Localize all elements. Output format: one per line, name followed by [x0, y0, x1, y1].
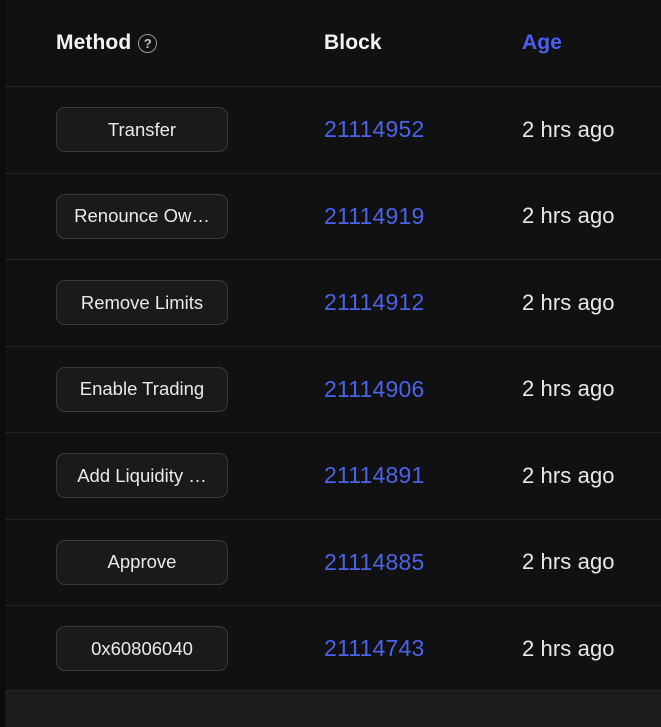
row-method-cell: 0x60806040: [0, 626, 310, 672]
row-age-cell: 2 hrs ago: [505, 463, 661, 489]
age-value: 2 hrs ago: [522, 635, 615, 661]
method-badge[interactable]: Transfer: [56, 107, 228, 153]
row-block-cell: 21114952: [310, 116, 505, 143]
column-header-block-cell: Block: [310, 31, 505, 55]
block-link[interactable]: 21114885: [324, 549, 425, 575]
table-row: Add Liquidity … 21114891 2 hrs ago: [0, 433, 661, 520]
block-link[interactable]: 21114891: [324, 462, 425, 488]
age-value: 2 hrs ago: [522, 462, 615, 488]
row-method-cell: Approve: [0, 539, 310, 585]
left-edge-gutter: [0, 0, 5, 727]
row-block-cell: 21114891: [310, 462, 505, 489]
row-age-cell: 2 hrs ago: [505, 549, 661, 575]
block-link[interactable]: 21114952: [324, 116, 425, 142]
age-value: 2 hrs ago: [522, 549, 615, 575]
block-link[interactable]: 21114906: [324, 376, 425, 402]
table-header-row: Method ? Block Age: [0, 0, 661, 87]
transactions-table-viewport: Method ? Block Age Transfer 21114952 2 h…: [0, 0, 661, 727]
column-header-block[interactable]: Block: [324, 31, 505, 55]
row-method-cell: Enable Trading: [0, 366, 310, 412]
row-age-cell: 2 hrs ago: [505, 376, 661, 402]
row-block-cell: 21114919: [310, 203, 505, 230]
row-age-cell: 2 hrs ago: [505, 117, 661, 143]
question-circle-icon[interactable]: ?: [138, 33, 158, 53]
row-block-cell: 21114912: [310, 289, 505, 316]
age-value: 2 hrs ago: [522, 203, 615, 229]
table-row: Renounce Ow… 21114919 2 hrs ago: [0, 173, 661, 260]
method-badge[interactable]: Add Liquidity …: [56, 453, 228, 499]
table-row: Remove Limits 21114912 2 hrs ago: [0, 260, 661, 347]
age-value: 2 hrs ago: [522, 116, 615, 142]
row-method-cell: Add Liquidity …: [0, 453, 310, 499]
age-value: 2 hrs ago: [522, 289, 615, 315]
row-age-cell: 2 hrs ago: [505, 636, 661, 662]
table-row: Approve 21114885 2 hrs ago: [0, 519, 661, 606]
block-link[interactable]: 21114912: [324, 289, 425, 315]
method-badge[interactable]: Approve: [56, 539, 228, 585]
transactions-table: Method ? Block Age Transfer 21114952 2 h…: [0, 0, 661, 693]
column-header-method-label: Method: [56, 31, 132, 54]
row-age-cell: 2 hrs ago: [505, 290, 661, 316]
row-block-cell: 21114743: [310, 635, 505, 662]
column-header-age[interactable]: Age: [522, 31, 661, 55]
row-method-cell: Remove Limits: [0, 280, 310, 326]
block-link[interactable]: 21114743: [324, 635, 425, 661]
age-value: 2 hrs ago: [522, 376, 615, 402]
method-badge[interactable]: Remove Limits: [56, 280, 228, 326]
table-row: Enable Trading 21114906 2 hrs ago: [0, 346, 661, 433]
column-header-age-cell: Age: [505, 31, 661, 55]
table-footer-bar: [0, 690, 661, 727]
row-block-cell: 21114885: [310, 549, 505, 576]
method-badge[interactable]: Renounce Ow…: [56, 193, 228, 239]
table-row: 0x60806040 21114743 2 hrs ago: [0, 606, 661, 693]
table-row: Transfer 21114952 2 hrs ago: [0, 87, 661, 174]
column-header-method[interactable]: Method ?: [56, 31, 310, 55]
block-link[interactable]: 21114919: [324, 203, 425, 229]
row-age-cell: 2 hrs ago: [505, 203, 661, 229]
column-header-method-cell: Method ?: [0, 31, 310, 55]
row-method-cell: Renounce Ow…: [0, 193, 310, 239]
method-badge[interactable]: Enable Trading: [56, 366, 228, 412]
method-badge[interactable]: 0x60806040: [56, 626, 228, 672]
row-block-cell: 21114906: [310, 376, 505, 403]
row-method-cell: Transfer: [0, 107, 310, 153]
